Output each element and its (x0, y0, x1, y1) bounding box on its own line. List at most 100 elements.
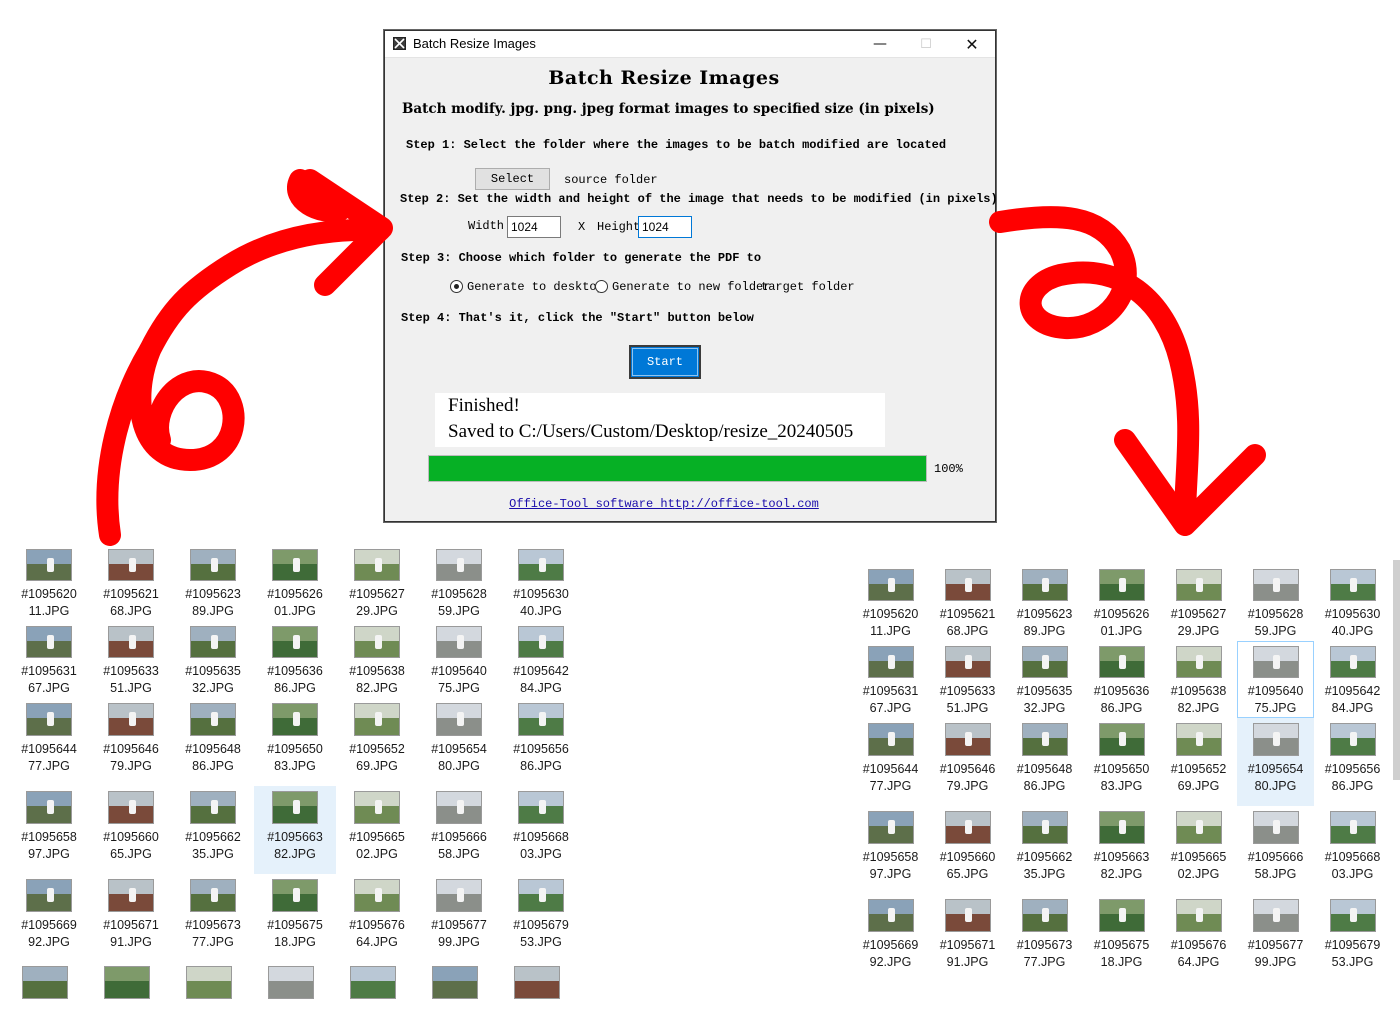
file-item[interactable]: #1095668 03.JPG (500, 786, 582, 874)
height-input[interactable] (638, 216, 692, 238)
file-item[interactable]: #1095633 51.JPG (929, 641, 1006, 718)
file-item[interactable]: #1095631 67.JPG (8, 621, 90, 698)
file-name-line2: 35.JPG (192, 847, 234, 861)
maximize-button[interactable]: ☐ (903, 31, 949, 57)
file-item[interactable]: #1095636 86.JPG (254, 621, 336, 698)
file-item[interactable]: #1095635 32.JPG (172, 621, 254, 698)
file-name-line1: #1095676 (349, 918, 405, 932)
file-item[interactable]: #1095644 77.JPG (8, 698, 90, 786)
file-item[interactable]: #1095679 53.JPG (500, 874, 582, 962)
file-item[interactable]: #1095638 82.JPG (336, 621, 418, 698)
file-item[interactable]: #1095650 83.JPG (1083, 718, 1160, 806)
file-item[interactable]: #1095630 40.JPG (500, 544, 582, 621)
file-item[interactable]: #1095666 58.JPG (1237, 806, 1314, 894)
file-item[interactable]: #1095669 92.JPG (852, 894, 929, 982)
file-item[interactable]: #1095654 80.JPG (1237, 718, 1314, 806)
file-item-partial[interactable] (104, 966, 150, 999)
file-item[interactable]: #1095633 51.JPG (90, 621, 172, 698)
file-item[interactable]: #1095623 89.JPG (172, 544, 254, 621)
file-item[interactable]: #1095631 67.JPG (852, 641, 929, 718)
file-item[interactable]: #1095638 82.JPG (1160, 641, 1237, 718)
file-item[interactable]: #1095676 64.JPG (1160, 894, 1237, 982)
image-thumbnail (867, 569, 914, 601)
file-item[interactable]: #1095675 18.JPG (254, 874, 336, 962)
file-item[interactable]: #1095666 58.JPG (418, 786, 500, 874)
radio-desktop[interactable] (450, 280, 463, 293)
thumb-figure (538, 799, 546, 814)
start-button[interactable]: Start (629, 345, 701, 379)
file-item[interactable]: #1095656 86.JPG (1314, 718, 1391, 806)
file-item[interactable]: #1095621 68.JPG (90, 544, 172, 621)
file-item[interactable]: #1095677 99.JPG (1237, 894, 1314, 982)
select-folder-button[interactable]: Select (475, 168, 550, 190)
file-item[interactable]: #1095642 84.JPG (1314, 641, 1391, 718)
file-item[interactable]: #1095673 77.JPG (1006, 894, 1083, 982)
minimize-button[interactable]: — (857, 31, 903, 57)
close-button[interactable]: ✕ (949, 31, 995, 57)
radio-new-folder[interactable] (595, 280, 608, 293)
file-item[interactable]: #1095676 64.JPG (336, 874, 418, 962)
file-item[interactable]: #1095658 97.JPG (8, 786, 90, 874)
file-item[interactable]: #1095635 32.JPG (1006, 641, 1083, 718)
file-item[interactable]: #1095621 68.JPG (929, 564, 1006, 641)
radio-new-folder-label[interactable]: Generate to new folder (612, 280, 770, 294)
image-thumbnail (190, 626, 236, 658)
thumb-figure (1350, 907, 1358, 922)
file-item[interactable]: #1095644 77.JPG (852, 718, 929, 806)
image-thumbnail (354, 703, 400, 736)
file-item[interactable]: #1095663 82.JPG (254, 786, 336, 874)
file-item[interactable]: #1095673 77.JPG (172, 874, 254, 962)
file-item[interactable]: #1095679 53.JPG (1314, 894, 1391, 982)
file-item[interactable]: #1095648 86.JPG (1006, 718, 1083, 806)
file-item[interactable]: #1095650 83.JPG (254, 698, 336, 786)
file-item[interactable]: #1095648 86.JPG (172, 698, 254, 786)
file-item[interactable]: #1095636 86.JPG (1083, 641, 1160, 718)
file-item[interactable]: #1095669 92.JPG (8, 874, 90, 962)
file-item[interactable]: #1095628 59.JPG (1237, 564, 1314, 641)
file-item[interactable]: #1095646 79.JPG (90, 698, 172, 786)
file-item[interactable]: #1095662 35.JPG (1006, 806, 1083, 894)
file-item-partial[interactable] (22, 966, 68, 999)
file-item[interactable]: #1095652 69.JPG (336, 698, 418, 786)
file-item[interactable]: #1095640 75.JPG (1237, 641, 1314, 718)
file-item[interactable]: #1095640 75.JPG (418, 621, 500, 698)
file-item[interactable]: #1095665 02.JPG (336, 786, 418, 874)
file-item-partial[interactable] (432, 966, 478, 999)
file-item[interactable]: #1095628 59.JPG (418, 544, 500, 621)
file-item[interactable]: #1095660 65.JPG (90, 786, 172, 874)
file-item[interactable]: #1095656 86.JPG (500, 698, 582, 786)
file-item-partial[interactable] (186, 966, 232, 999)
file-item-partial[interactable] (514, 966, 560, 999)
width-input[interactable] (507, 216, 561, 238)
file-item-partial[interactable] (350, 966, 396, 999)
file-name-line2: 11.JPG (28, 604, 70, 618)
file-item-partial[interactable] (268, 966, 314, 999)
file-item[interactable]: #1095677 99.JPG (418, 874, 500, 962)
file-item[interactable]: #1095620 11.JPG (8, 544, 90, 621)
file-item[interactable]: #1095626 01.JPG (254, 544, 336, 621)
file-item[interactable]: #1095660 65.JPG (929, 806, 1006, 894)
file-item[interactable]: #1095627 29.JPG (1160, 564, 1237, 641)
footer-link[interactable]: Office-Tool software http://office-tool.… (385, 497, 943, 511)
file-item[interactable]: #1095668 03.JPG (1314, 806, 1391, 894)
image-thumbnail (1252, 646, 1299, 678)
scrollbar[interactable] (1393, 560, 1400, 780)
file-item[interactable]: #1095663 82.JPG (1083, 806, 1160, 894)
file-item[interactable]: #1095642 84.JPG (500, 621, 582, 698)
radio-desktop-label[interactable]: Generate to desktop (467, 280, 604, 294)
file-item[interactable]: #1095630 40.JPG (1314, 564, 1391, 641)
file-item[interactable]: #1095671 91.JPG (929, 894, 1006, 982)
file-item[interactable]: #1095658 97.JPG (852, 806, 929, 894)
file-item[interactable]: #1095675 18.JPG (1083, 894, 1160, 982)
file-item[interactable]: #1095626 01.JPG (1083, 564, 1160, 641)
file-item[interactable]: #1095652 69.JPG (1160, 718, 1237, 806)
file-item[interactable]: #1095662 35.JPG (172, 786, 254, 874)
file-item[interactable]: #1095665 02.JPG (1160, 806, 1237, 894)
file-item[interactable]: #1095623 89.JPG (1006, 564, 1083, 641)
file-name-line2: 65.JPG (946, 867, 989, 881)
file-item[interactable]: #1095671 91.JPG (90, 874, 172, 962)
file-item[interactable]: #1095627 29.JPG (336, 544, 418, 621)
file-item[interactable]: #1095646 79.JPG (929, 718, 1006, 806)
file-item[interactable]: #1095654 80.JPG (418, 698, 500, 786)
file-item[interactable]: #1095620 11.JPG (852, 564, 929, 641)
